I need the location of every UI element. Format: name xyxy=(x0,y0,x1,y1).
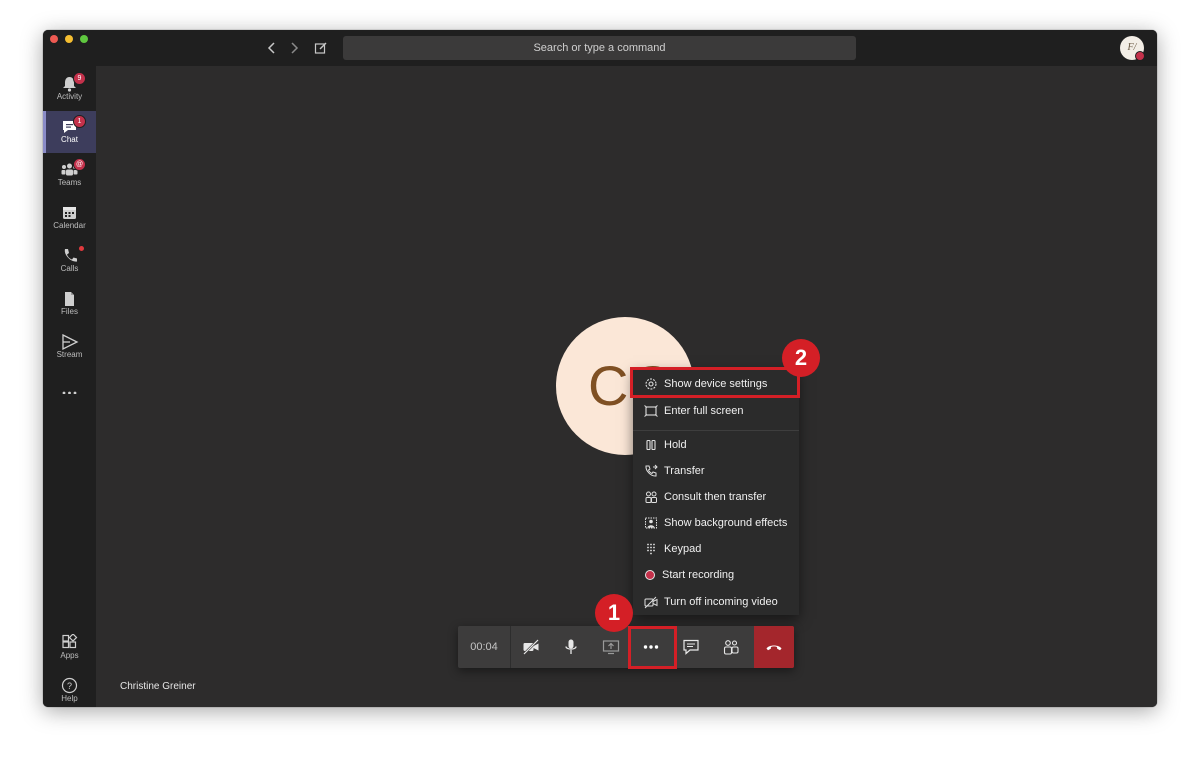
sidebar-item-label: Files xyxy=(61,307,78,316)
sidebar-item-activity[interactable]: 9 Activity xyxy=(43,68,96,110)
app-bar: 9 Activity 1 Chat @ Teams Calendar Calls… xyxy=(43,66,96,707)
menu-divider xyxy=(633,430,799,431)
menu-item-keypad[interactable]: Keypad xyxy=(633,536,799,562)
keypad-icon xyxy=(647,543,655,555)
minimize-window-button[interactable] xyxy=(65,35,73,43)
svg-text:?: ? xyxy=(67,681,72,691)
callout-step-2: 2 xyxy=(782,339,820,377)
caller-name: Christine Greiner xyxy=(120,681,196,692)
forward-button[interactable] xyxy=(287,41,301,55)
consult-icon xyxy=(645,491,657,503)
menu-item-label: Consult then transfer xyxy=(664,491,767,503)
menu-item-show-background-effects[interactable]: Show background effects xyxy=(633,510,799,536)
hang-up-button[interactable] xyxy=(754,626,794,668)
video-off-icon xyxy=(644,596,658,609)
call-controls: 00:04 xyxy=(458,626,794,668)
gear-icon xyxy=(645,378,657,390)
more-icon xyxy=(62,391,77,394)
user-avatar[interactable]: F/ xyxy=(1120,36,1145,61)
more-actions-menu: Show device settings Enter full screen H… xyxy=(633,369,799,615)
participants-button[interactable] xyxy=(711,626,751,668)
presence-busy-icon xyxy=(1135,51,1145,61)
new-chat-button[interactable] xyxy=(314,41,328,55)
title-bar: Search or type a command F/ xyxy=(43,30,1157,66)
menu-item-label: Keypad xyxy=(664,543,702,555)
microphone-button[interactable] xyxy=(551,626,591,668)
menu-item-hold[interactable]: Hold xyxy=(633,432,799,458)
sidebar-item-label: Apps xyxy=(60,651,79,660)
sidebar-item-files[interactable]: Files xyxy=(43,283,96,325)
hold-icon xyxy=(646,439,656,451)
help-icon: ? xyxy=(61,677,78,694)
chat-button[interactable] xyxy=(671,626,711,668)
fullscreen-icon xyxy=(644,405,658,417)
transfer-icon xyxy=(645,464,658,477)
maximize-window-button[interactable] xyxy=(80,35,88,43)
sidebar-item-chat[interactable]: 1 Chat xyxy=(43,111,96,153)
sidebar-item-teams[interactable]: @ Teams xyxy=(43,154,96,196)
chat-badge: 1 xyxy=(73,115,86,128)
calendar-icon xyxy=(63,207,76,219)
chevron-left-icon xyxy=(267,42,275,54)
menu-item-label: Enter full screen xyxy=(664,405,744,417)
back-button[interactable] xyxy=(265,41,279,55)
sidebar-item-label: Calendar xyxy=(53,221,86,230)
more-options-button[interactable] xyxy=(631,626,671,668)
chevron-right-icon xyxy=(291,42,299,54)
file-icon xyxy=(65,292,74,306)
sidebar-item-label: Help xyxy=(61,694,78,703)
sidebar-item-calls[interactable]: Calls xyxy=(43,240,96,282)
stream-icon xyxy=(62,333,79,351)
sidebar-item-calendar[interactable]: Calendar xyxy=(43,197,96,239)
sidebar-item-apps[interactable]: Apps xyxy=(43,627,96,669)
record-icon xyxy=(645,570,655,580)
compose-icon xyxy=(314,42,327,54)
activity-badge: 9 xyxy=(73,72,86,85)
sidebar-item-label: Teams xyxy=(57,178,82,187)
share-screen-icon xyxy=(602,640,620,655)
callout-step-1: 1 xyxy=(595,594,633,632)
menu-item-label: Start recording xyxy=(662,569,735,581)
sidebar-item-stream[interactable]: Stream xyxy=(43,326,96,368)
more-options-icon xyxy=(643,645,659,649)
menu-item-label: Hold xyxy=(664,439,687,451)
close-window-button[interactable] xyxy=(50,35,58,43)
teams-badge: @ xyxy=(73,158,86,171)
participants-icon xyxy=(723,640,739,655)
menu-item-show-device-settings[interactable]: Show device settings xyxy=(633,371,799,397)
menu-item-turn-off-incoming-video[interactable]: Turn off incoming video xyxy=(633,589,799,615)
chat-icon xyxy=(683,639,699,655)
phone-icon xyxy=(64,249,77,262)
microphone-icon xyxy=(565,639,577,654)
menu-item-label: Show device settings xyxy=(664,378,768,390)
menu-item-label: Turn off incoming video xyxy=(664,596,778,608)
sidebar-item-label: Calls xyxy=(60,264,79,273)
menu-item-enter-full-screen[interactable]: Enter full screen xyxy=(633,398,799,424)
share-screen-button[interactable] xyxy=(591,626,631,668)
camera-off-icon xyxy=(523,639,539,655)
camera-toggle-button[interactable] xyxy=(511,626,551,668)
user-avatar-initials: F/ xyxy=(1127,42,1137,53)
apps-icon xyxy=(62,634,78,649)
sidebar-item-label: Chat xyxy=(61,135,78,144)
hang-up-icon xyxy=(766,645,782,651)
sidebar-item-label: Stream xyxy=(56,350,83,359)
search-input[interactable]: Search or type a command xyxy=(343,36,856,60)
calls-notification-dot xyxy=(79,246,84,251)
teams-window: Search or type a command F/ 9 Activity 1… xyxy=(43,30,1157,707)
background-effects-icon xyxy=(645,517,657,529)
menu-item-consult-then-transfer[interactable]: Consult then transfer xyxy=(633,484,799,510)
sidebar-item-label: Activity xyxy=(56,92,83,101)
menu-item-transfer[interactable]: Transfer xyxy=(633,458,799,484)
menu-item-label: Transfer xyxy=(664,465,705,477)
menu-item-start-recording[interactable]: Start recording xyxy=(633,562,799,588)
sidebar-item-help[interactable]: ? Help xyxy=(43,670,96,707)
call-duration: 00:04 xyxy=(458,626,511,668)
menu-item-label: Show background effects xyxy=(664,517,788,529)
sidebar-more-button[interactable] xyxy=(43,369,96,411)
